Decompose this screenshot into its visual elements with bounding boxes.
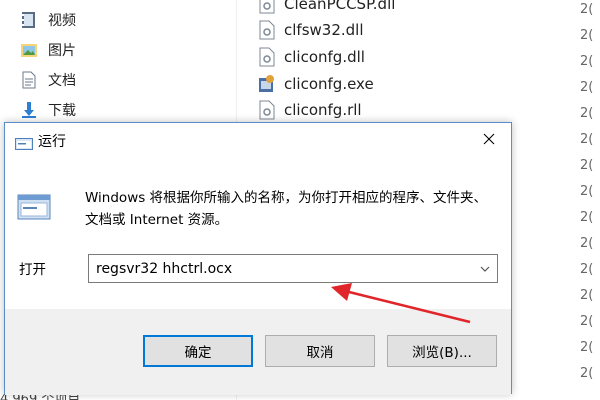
column-fragment-text: 2(	[580, 158, 594, 173]
dialog-title: 运行	[38, 134, 66, 150]
run-program-icon	[17, 189, 51, 223]
column-fragment-text: 2(	[580, 106, 594, 121]
exe-file-icon	[258, 74, 276, 94]
column-fragment-text: 2(	[580, 314, 594, 329]
column-fragment-text: 2(	[580, 210, 594, 225]
dll-file-icon	[258, 0, 276, 14]
column-fragment-text: 2(	[580, 288, 594, 303]
column-fragment-text: 2(	[580, 366, 594, 381]
dropdown-button[interactable]	[473, 255, 497, 282]
column-fragment-text: 2(	[580, 80, 594, 95]
nav-item-label: 视频	[48, 13, 76, 29]
file-name: cliconfg.rll	[284, 101, 362, 119]
file-name: clfsw32.dll	[284, 21, 364, 39]
pictures-folder-icon	[20, 41, 38, 59]
file-item[interactable]: clfsw32.dll	[258, 18, 364, 42]
chevron-down-icon	[480, 266, 490, 272]
command-combobox[interactable]	[88, 254, 498, 283]
open-label: 打开	[19, 262, 46, 278]
close-button[interactable]	[467, 123, 511, 155]
dll-file-icon	[258, 20, 276, 40]
file-item[interactable]: cliconfg.exe	[258, 72, 374, 96]
column-fragment-text: 2(	[580, 28, 594, 43]
file-name: cliconfg.dll	[284, 48, 365, 66]
file-item[interactable]: cliconfg.dll	[258, 45, 365, 69]
run-icon	[15, 135, 33, 150]
column-fragment-text: 2(	[580, 262, 594, 277]
column-fragment-text: 2(	[580, 236, 594, 251]
column-fragment-text: 2(	[580, 2, 594, 17]
cancel-button[interactable]: 取消	[265, 335, 375, 367]
column-fragment-text: 2(	[580, 54, 594, 69]
file-name: CleanPCCSP.dll	[284, 0, 396, 13]
close-icon	[483, 133, 495, 145]
dialog-description: Windows 将根据你所输入的名称，为你打开相应的程序、文件夹、文档或 Int…	[85, 190, 488, 228]
column-fragment-text: 2(	[580, 340, 594, 355]
date-column-fragment: 2( 2( 2( 2( 2( 2( 2( 2( 2( 2( 2( 2( 2( 2…	[572, 0, 600, 400]
column-fragment-text: 2(	[580, 184, 594, 199]
nav-item-pictures[interactable]: 图片	[20, 38, 76, 62]
nav-item-label: 下载	[48, 103, 76, 119]
file-item[interactable]: CleanPCCSP.dll	[258, 0, 395, 16]
dialog-title-bar[interactable]: 运行	[5, 123, 511, 157]
run-dialog: 运行 Windows 将根据你所输入的名称，为你打开相应的程序、文件夹、文档或 …	[4, 122, 512, 395]
video-folder-icon	[20, 11, 38, 29]
nav-item-label: 文档	[48, 73, 76, 89]
nav-item-downloads[interactable]: 下载	[20, 98, 76, 122]
documents-folder-icon	[20, 71, 38, 89]
dll-file-icon	[258, 47, 276, 67]
command-input[interactable]	[89, 255, 473, 282]
rll-file-icon	[258, 100, 276, 120]
nav-item-label: 图片	[48, 43, 76, 59]
ok-button[interactable]: 确定	[143, 335, 253, 367]
column-fragment-text: 2(	[580, 132, 594, 147]
nav-item-documents[interactable]: 文档	[20, 68, 76, 92]
browse-button[interactable]: 浏览(B)...	[387, 335, 497, 367]
downloads-folder-icon	[20, 101, 38, 119]
nav-item-videos[interactable]: 视频	[20, 8, 76, 32]
file-item[interactable]: cliconfg.rll	[258, 98, 362, 122]
file-name: cliconfg.exe	[284, 75, 374, 93]
